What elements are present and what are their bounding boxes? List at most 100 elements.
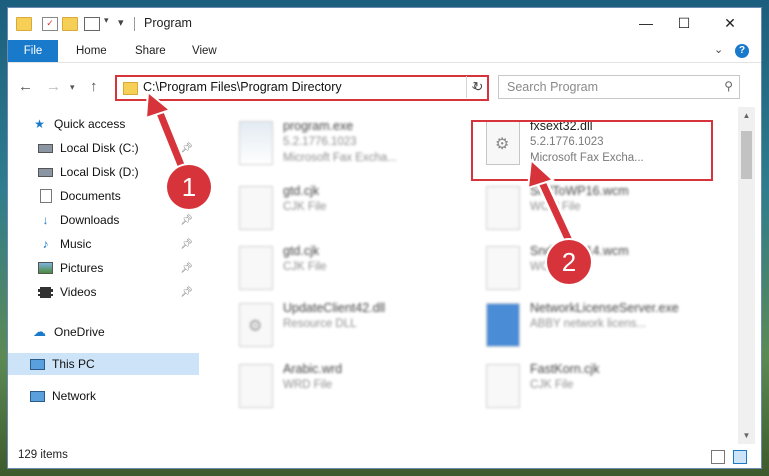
scroll-down-icon[interactable]: ▼ — [738, 427, 755, 444]
nav-downloads[interactable]: ↓ Downloads 📌︎ — [8, 209, 199, 231]
vertical-scrollbar[interactable]: ▲ ▼ — [738, 107, 755, 444]
new-folder-icon[interactable] — [62, 17, 78, 31]
file-item[interactable]: ⚙ UpdateClient42.dll Resource DLL — [233, 299, 473, 359]
pictures-icon — [38, 262, 53, 275]
nav-music[interactable]: ♪ Music 📌︎ — [8, 233, 199, 255]
nav-pictures[interactable]: Pictures 📌︎ — [8, 257, 199, 279]
file-icon — [239, 364, 273, 408]
folder-icon — [16, 17, 32, 31]
file-item[interactable]: SndToWP14.wcm WCM File — [480, 242, 720, 302]
file-highlight-box — [471, 120, 713, 181]
music-icon: ♪ — [42, 237, 49, 251]
file-type: CJK File — [283, 201, 327, 213]
details-view-icon[interactable] — [711, 450, 725, 464]
pin-icon[interactable]: 📌︎ — [180, 263, 193, 274]
videos-icon — [38, 286, 53, 299]
address-row: ← → ▾ ↑ C:\Program Files\Program Directo… — [8, 63, 761, 107]
file-item[interactable]: program.exe 5.2.1776.1023 Microsoft Fax … — [233, 117, 473, 177]
nav-local-disk-c[interactable]: Local Disk (C:) 📌︎ — [8, 137, 199, 159]
close-button[interactable]: ✕ — [707, 8, 753, 38]
nav-network[interactable]: Network — [8, 385, 199, 407]
navigation-pane: ★ Quick access Local Disk (C:) 📌︎ Local … — [8, 107, 203, 444]
help-icon[interactable]: ? — [735, 44, 749, 58]
file-name: SndToWP16.wcm — [530, 184, 629, 198]
nav-label: Network — [52, 389, 97, 403]
view-options-icon[interactable] — [84, 17, 100, 31]
nav-label: This PC — [52, 357, 95, 371]
tab-file[interactable]: File — [8, 40, 58, 62]
file-type: CJK File — [283, 261, 327, 273]
folder-icon — [123, 82, 138, 95]
file-type: WCM File — [530, 201, 581, 213]
qa-chevron-icon[interactable]: ▾ — [118, 16, 124, 29]
nav-label: Downloads — [60, 213, 120, 227]
nav-label: Documents — [60, 189, 121, 203]
file-name: Arabic.wrd — [283, 362, 343, 376]
file-item[interactable]: gtd.cjk CJK File — [233, 242, 473, 302]
title-bar: ✓ ▾ ▾ Program — ☐ ✕ — [8, 8, 761, 40]
tab-share[interactable]: Share — [135, 40, 166, 62]
file-item[interactable]: gtd.cjk CJK File — [233, 182, 473, 242]
download-icon: ↓ — [42, 213, 49, 227]
nav-quick-access[interactable]: ★ Quick access — [8, 113, 199, 135]
properties-icon[interactable]: ✓ — [42, 17, 58, 31]
file-name: NetworkLicenseServer.exe — [530, 301, 679, 315]
up-arrow-icon[interactable]: ↑ — [90, 78, 98, 95]
file-item[interactable]: Arabic.wrd WRD File — [233, 360, 473, 420]
file-name: UpdateClient42.dll — [283, 301, 386, 315]
program-icon — [239, 121, 273, 165]
file-item[interactable]: NetworkLicenseServer.exe ABBY network li… — [480, 299, 720, 359]
address-path[interactable]: C:\Program Files\Program Directory — [143, 80, 342, 94]
step-badge-2: 2 — [547, 240, 591, 284]
nav-label: Pictures — [60, 261, 104, 275]
nav-videos[interactable]: Videos 📌︎ — [8, 281, 199, 303]
file-version: 5.2.1776.1023 — [283, 136, 357, 148]
drive-icon — [38, 166, 53, 179]
tab-view[interactable]: View — [192, 40, 217, 62]
large-icons-view-icon[interactable] — [733, 450, 747, 464]
file-type: WRD File — [283, 379, 333, 391]
documents-icon — [38, 189, 53, 203]
file-item[interactable]: SndToWP16.wcm WCM File — [480, 182, 720, 242]
forward-arrow-icon[interactable]: → — [46, 78, 61, 95]
step-badge-1: 1 — [167, 165, 211, 209]
item-count: 129 items — [18, 449, 68, 461]
pin-icon[interactable]: 📌︎ — [180, 239, 193, 250]
file-icon — [486, 186, 520, 230]
maximize-button[interactable]: ☐ — [661, 8, 707, 38]
file-type: Resource DLL — [283, 318, 357, 330]
refresh-icon[interactable]: ↻ — [466, 76, 489, 98]
ribbon-tabs: File Home Share View ⌄ ? — [8, 40, 761, 63]
file-item[interactable]: FastKorn.cjk CJK File — [480, 360, 720, 420]
star-icon: ★ — [34, 117, 45, 131]
computer-icon — [30, 358, 45, 371]
expand-ribbon-icon[interactable]: ⌄ — [714, 43, 723, 56]
file-icon — [486, 246, 520, 290]
file-list: program.exe 5.2.1776.1023 Microsoft Fax … — [203, 107, 738, 444]
file-explorer-window: ✓ ▾ ▾ Program — ☐ ✕ File Home Share View… — [8, 8, 761, 468]
drive-icon — [38, 142, 53, 155]
address-bar[interactable]: C:\Program Files\Program Directory ⌄ — [115, 75, 489, 101]
file-icon — [239, 186, 273, 230]
pin-icon[interactable]: 📌︎ — [180, 143, 193, 154]
search-icon[interactable]: ⚲ — [724, 79, 733, 93]
recent-locations-icon[interactable]: ▾ — [70, 82, 75, 93]
nav-label: Music — [60, 237, 92, 251]
pin-icon[interactable]: 📌︎ — [180, 287, 193, 298]
tab-home[interactable]: Home — [76, 40, 107, 62]
scrollbar-thumb[interactable] — [741, 131, 752, 179]
back-arrow-icon[interactable]: ← — [18, 78, 33, 95]
file-type: ABBY network licens... — [530, 318, 647, 330]
nav-label: Local Disk (C:) — [60, 141, 139, 155]
pin-icon[interactable]: 📌︎ — [180, 215, 193, 226]
search-input[interactable]: Search Program ⚲ — [498, 75, 740, 99]
nav-onedrive[interactable]: ☁ OneDrive — [8, 321, 199, 343]
search-placeholder: Search Program — [507, 80, 599, 94]
nav-label: Videos — [60, 285, 97, 299]
customize-qa-dropdown-icon[interactable]: ▾ — [104, 15, 109, 26]
scroll-up-icon[interactable]: ▲ — [738, 107, 755, 124]
file-type: CJK File — [530, 379, 574, 391]
window-title: Program — [144, 16, 192, 30]
file-name: gtd.cjk — [283, 184, 320, 198]
nav-this-pc[interactable]: This PC — [8, 353, 199, 375]
